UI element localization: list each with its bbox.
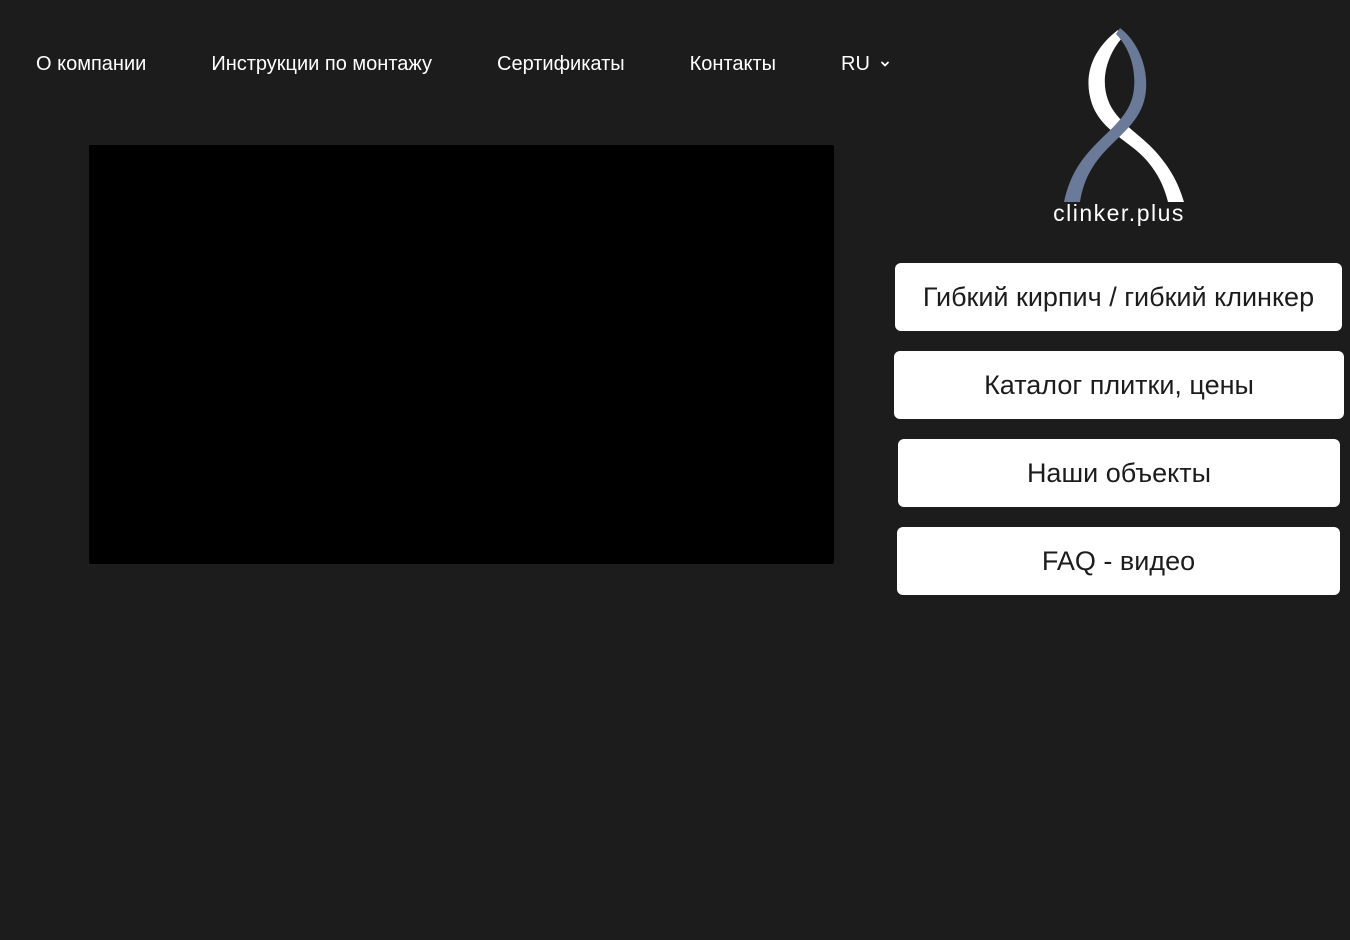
faq-video-button[interactable]: FAQ - видео xyxy=(897,527,1340,595)
catalog-button[interactable]: Каталог плитки, цены xyxy=(894,351,1344,419)
nav-item-instructions[interactable]: Инструкции по монтажу xyxy=(211,44,432,84)
flexible-brick-button[interactable]: Гибкий кирпич / гибкий клинкер xyxy=(895,263,1342,331)
page: О компании Инструкции по монтажу Сертифи… xyxy=(0,0,1350,940)
top-navigation: О компании Инструкции по монтажу Сертифи… xyxy=(36,44,890,84)
video-player[interactable] xyxy=(89,145,834,564)
logo[interactable]: clinker.plus xyxy=(1036,24,1202,234)
nav-item-contacts[interactable]: Контакты xyxy=(690,44,776,84)
language-label: RU xyxy=(841,53,870,75)
nav-item-certificates[interactable]: Сертификаты xyxy=(497,44,625,84)
nav-item-about[interactable]: О компании xyxy=(36,44,146,84)
language-selector[interactable]: RU xyxy=(841,44,890,84)
logo-text: clinker.plus xyxy=(1053,200,1185,226)
logo-mark-icon xyxy=(1064,28,1184,202)
chevron-down-icon xyxy=(881,61,889,67)
our-projects-button[interactable]: Наши объекты xyxy=(898,439,1340,507)
